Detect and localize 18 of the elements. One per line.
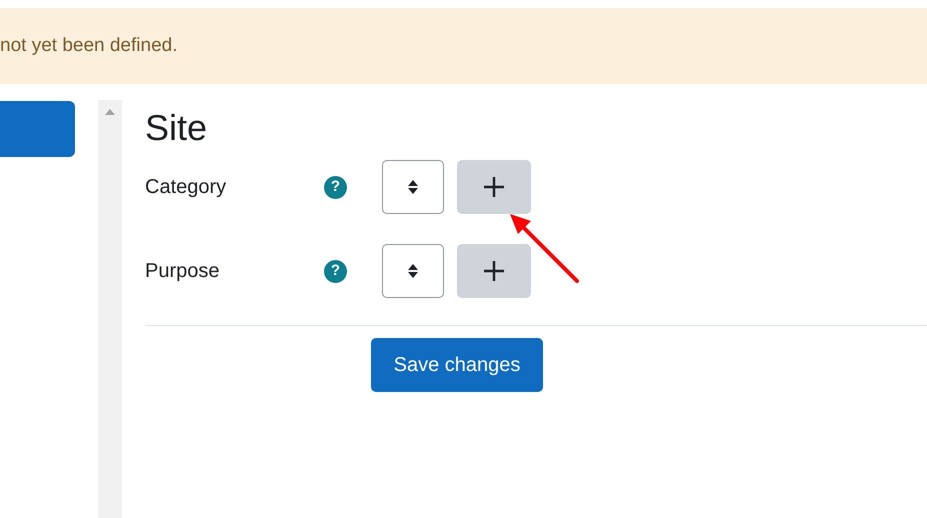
help-icon[interactable]: ? — [324, 176, 347, 198]
scroll-up-icon[interactable] — [105, 109, 115, 115]
add-button[interactable] — [457, 244, 531, 298]
field-label: Purpose — [145, 259, 220, 284]
save-button[interactable]: Save changes — [371, 338, 543, 392]
alert-text: not yet been defined. — [0, 34, 178, 58]
section-title: Site — [145, 106, 208, 150]
plus-icon — [484, 177, 504, 197]
sort-caret-icon — [408, 264, 418, 278]
scrollbar[interactable] — [98, 100, 122, 518]
arrow-annotation — [510, 214, 579, 283]
field-label: Category — [145, 175, 228, 200]
plus-icon — [484, 261, 504, 281]
select-field[interactable] — [382, 244, 444, 298]
add-button[interactable] — [457, 160, 531, 214]
help-icon[interactable]: ? — [324, 260, 347, 282]
sort-caret-icon — [408, 180, 418, 194]
select-field[interactable] — [382, 160, 444, 214]
